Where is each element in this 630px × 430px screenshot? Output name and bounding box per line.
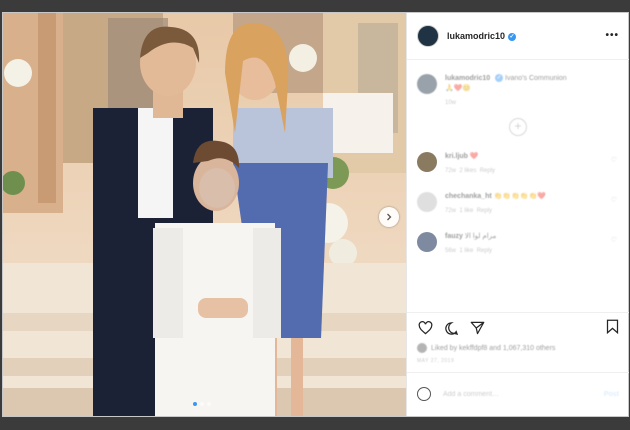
comment-time: 56w: [445, 248, 457, 254]
caption-username[interactable]: lukamodric10: [445, 75, 490, 82]
avatar[interactable]: [417, 192, 437, 212]
likes-summary[interactable]: Liked by kekffdpf8 and 1,067,310 others: [417, 343, 619, 353]
comment-time: 72w: [445, 168, 457, 174]
heart-icon[interactable]: ♡: [611, 156, 617, 164]
heart-icon[interactable]: [417, 320, 433, 336]
heart-icon[interactable]: ♡: [611, 196, 617, 204]
likes-text: Liked by kekffdpf8 and 1,067,310 others: [431, 344, 556, 352]
reply-button[interactable]: Reply: [477, 248, 492, 254]
comment-likes[interactable]: 1 like: [459, 248, 473, 254]
comments-list[interactable]: lukamodric10 ✓ Ivano's Communion 🙏❤️😊 10…: [407, 60, 629, 312]
post-actions: Liked by kekffdpf8 and 1,067,310 others …: [407, 312, 629, 372]
carousel-dot: [207, 402, 211, 406]
next-photo-button[interactable]: [379, 207, 399, 227]
list-item: kri.ljub ❤️ 72w 2 likes Reply ♡: [407, 152, 629, 176]
caption-emojis: 🙏❤️😊: [445, 85, 472, 92]
avatar[interactable]: [417, 152, 437, 172]
post-date: MAY 27, 2019: [417, 358, 455, 364]
comment-username[interactable]: chechanka_ht: [445, 193, 492, 200]
comment-likes[interactable]: 1 like: [459, 208, 473, 214]
caption: lukamodric10 ✓ Ivano's Communion 🙏❤️😊 10…: [407, 74, 629, 108]
list-item: fauzy مرام لوا الا 56w 1 like Reply ♡: [407, 232, 629, 256]
comment-time: 72w: [445, 208, 457, 214]
reply-button[interactable]: Reply: [477, 208, 492, 214]
comment-username[interactable]: kri.ljub: [445, 153, 468, 160]
reply-button[interactable]: Reply: [480, 168, 495, 174]
caption-text: Ivano's Communion: [505, 75, 567, 82]
more-options-icon[interactable]: •••: [605, 30, 619, 41]
post-photo[interactable]: [3, 13, 406, 416]
username-link[interactable]: lukamodric10 ✓: [447, 31, 517, 41]
comment-icon[interactable]: [443, 320, 459, 336]
list-item: chechanka_ht 👏👏👏👏👏❤️ 72w 1 like Reply ♡: [407, 192, 629, 216]
load-more-comments-button[interactable]: +: [509, 118, 527, 136]
post-side-panel: lukamodric10 ✓ ••• lukamodric10 ✓ Ivano's…: [406, 13, 629, 416]
heart-icon[interactable]: ♡: [611, 236, 617, 244]
comment-text: مرام لوا الا: [464, 233, 497, 240]
avatar[interactable]: [417, 74, 437, 94]
carousel-dot: [193, 402, 197, 406]
post-modal: lukamodric10 ✓ ••• lukamodric10 ✓ Ivano's…: [2, 12, 629, 417]
comment-text: 👏👏👏👏👏❤️: [493, 193, 546, 200]
share-icon[interactable]: [469, 320, 485, 336]
caption-time: 10w: [445, 100, 457, 106]
carousel-dots: [193, 402, 211, 406]
avatar[interactable]: [417, 232, 437, 252]
post-header: lukamodric10 ✓ •••: [407, 13, 629, 60]
avatar: [417, 343, 427, 353]
chevron-right-icon: [387, 213, 392, 221]
add-comment-bar: Post: [407, 372, 629, 415]
comment-input[interactable]: [441, 389, 585, 399]
comment-username[interactable]: fauzy: [445, 233, 463, 240]
bookmark-icon[interactable]: [606, 319, 619, 339]
comment-text: ❤️: [469, 153, 479, 160]
verified-badge-icon: ✓: [495, 74, 504, 83]
carousel-dot: [200, 402, 204, 406]
verified-badge-icon: ✓: [508, 32, 517, 41]
post-comment-button[interactable]: Post: [604, 391, 619, 398]
avatar[interactable]: [417, 25, 439, 47]
emoji-icon[interactable]: [417, 387, 431, 401]
comment-likes[interactable]: 2 likes: [459, 168, 476, 174]
